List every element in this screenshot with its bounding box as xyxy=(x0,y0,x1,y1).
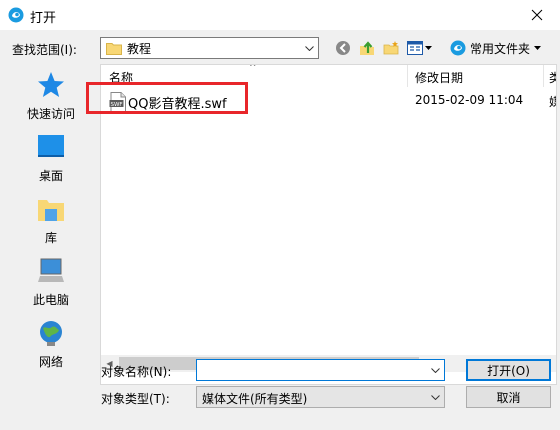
places-sidebar: 快速访问 桌面 库 此电脑 网络 xyxy=(4,64,98,369)
chevron-down-icon[interactable] xyxy=(427,387,444,407)
folder-icon xyxy=(106,42,122,55)
favorites-icon xyxy=(450,40,466,56)
sidebar-item-library[interactable]: 库 xyxy=(4,194,98,254)
favorite-folders-button[interactable]: 常用文件夹 xyxy=(450,38,550,58)
file-modified-date: 2015-02-09 11:04 xyxy=(415,93,524,107)
sidebar-item-label: 快速访问 xyxy=(26,107,75,121)
chevron-down-icon xyxy=(534,46,542,50)
column-header-row: ^ 名称 修改日期 类 xyxy=(101,64,556,87)
view-icon xyxy=(406,41,423,55)
new-folder-icon xyxy=(383,41,399,55)
up-folder-icon xyxy=(360,41,374,55)
file-list[interactable]: ^ 名称 修改日期 类 SWF QQ影音教程.swf 2015-02-09 11… xyxy=(100,64,557,385)
star-icon xyxy=(38,72,64,97)
look-in-label: 查找范围(I): xyxy=(12,43,77,57)
new-folder-button[interactable] xyxy=(382,39,400,57)
column-header-modified[interactable]: 修改日期 xyxy=(415,69,463,86)
back-button[interactable] xyxy=(334,39,352,57)
network-icon xyxy=(40,321,62,346)
swf-file-icon: SWF xyxy=(109,92,126,112)
up-folder-button[interactable] xyxy=(358,39,376,57)
chevron-down-icon[interactable] xyxy=(301,38,318,58)
chevron-down-icon[interactable] xyxy=(427,360,444,380)
sidebar-item-this-pc[interactable]: 此电脑 xyxy=(4,256,98,316)
sidebar-item-label: 网络 xyxy=(38,355,63,369)
sidebar-item-desktop[interactable]: 桌面 xyxy=(4,132,98,192)
svg-text:SWF: SWF xyxy=(110,102,122,108)
window-title: 打开 xyxy=(30,11,57,26)
filename-field[interactable] xyxy=(196,359,445,381)
cancel-button[interactable]: 取消 xyxy=(466,386,551,408)
back-icon xyxy=(336,41,350,55)
chevron-down-icon xyxy=(424,46,432,50)
sidebar-item-network[interactable]: 网络 xyxy=(4,318,98,378)
favorite-folders-label: 常用文件夹 xyxy=(470,41,531,56)
column-header-type[interactable]: 类 xyxy=(549,69,556,86)
column-header-name[interactable]: 名称 xyxy=(109,69,133,86)
view-menu-button[interactable] xyxy=(404,39,434,57)
sort-ascending-icon: ^ xyxy=(249,64,257,73)
file-type: 媒 xyxy=(549,93,556,110)
look-in-value: 教程 xyxy=(127,41,152,56)
filetype-value: 媒体文件(所有类型) xyxy=(202,392,308,406)
sidebar-item-label: 库 xyxy=(44,231,57,245)
title-bar: 打开 xyxy=(0,0,560,30)
app-icon xyxy=(8,7,24,23)
look-in-combo[interactable]: 教程 xyxy=(100,37,319,59)
filetype-select[interactable]: 媒体文件(所有类型) xyxy=(196,386,445,408)
sidebar-item-label: 桌面 xyxy=(38,169,63,183)
open-button[interactable]: 打开(O) xyxy=(466,359,551,381)
dialog-body: 查找范围(I): 教程 常用文件夹 快速访问 桌面 库 此电脑 网络 ^ 名称 … xyxy=(0,30,560,430)
sidebar-item-label: 此电脑 xyxy=(32,293,69,307)
desktop-icon xyxy=(38,135,64,157)
filename-label: 对象名称(N): xyxy=(101,365,172,379)
sidebar-item-quick-access[interactable]: 快速访问 xyxy=(4,70,98,130)
library-icon xyxy=(38,200,64,221)
column-divider[interactable] xyxy=(407,65,408,87)
close-button[interactable] xyxy=(514,0,560,30)
column-divider[interactable] xyxy=(543,65,544,87)
filename-input[interactable] xyxy=(200,362,420,378)
file-name: QQ影音教程.swf xyxy=(128,97,227,112)
computer-icon xyxy=(38,258,64,282)
close-icon xyxy=(531,9,543,21)
table-row[interactable]: SWF QQ影音教程.swf 2015-02-09 11:04 媒 xyxy=(103,91,556,113)
filetype-label: 对象类型(T): xyxy=(101,392,170,406)
